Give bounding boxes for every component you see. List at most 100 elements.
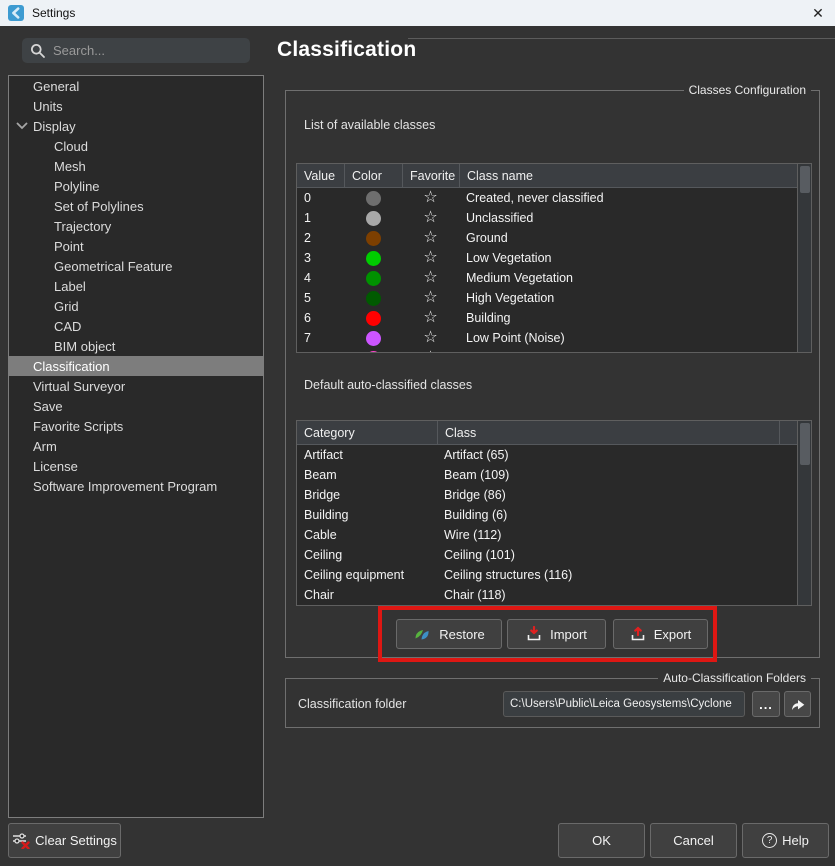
class-color-cell: [344, 248, 402, 268]
category-cell: Ceiling equipment: [297, 565, 437, 585]
open-folder-button[interactable]: [784, 691, 811, 717]
favorite-star-icon[interactable]: ☆: [423, 310, 437, 326]
table-row[interactable]: ArtifactArtifact (65): [297, 445, 811, 465]
color-swatch[interactable]: [366, 271, 381, 286]
export-button[interactable]: Export: [613, 619, 708, 649]
color-swatch[interactable]: [366, 231, 381, 246]
sidebar-item-label: Display: [33, 119, 76, 134]
help-button[interactable]: ? Help: [742, 823, 829, 858]
sidebar-item-geometrical-feature[interactable]: Geometrical Feature: [9, 256, 263, 276]
auto-table-body: ArtifactArtifact (65)BeamBeam (109)Bridg…: [297, 445, 811, 605]
favorite-star-icon[interactable]: ☆: [423, 210, 437, 226]
color-swatch[interactable]: [366, 191, 381, 206]
sidebar-item-units[interactable]: Units: [9, 96, 263, 116]
class-name-cell: Low Vegetation: [459, 248, 799, 268]
table-row[interactable]: 3☆Low Vegetation: [297, 248, 811, 268]
favorite-star-icon[interactable]: ☆: [423, 350, 437, 353]
favorite-star-icon[interactable]: ☆: [423, 270, 437, 286]
scrollbar-thumb[interactable]: [800, 423, 810, 465]
classification-folder-input[interactable]: C:\Users\Public\Leica Geosystems\Cyclone: [503, 691, 745, 717]
import-icon: [526, 626, 542, 642]
sidebar-item-cloud[interactable]: Cloud: [9, 136, 263, 156]
chevron-down-icon[interactable]: [16, 120, 28, 132]
color-swatch[interactable]: [366, 291, 381, 306]
sidebar-item-grid[interactable]: Grid: [9, 296, 263, 316]
help-label: Help: [782, 833, 809, 848]
sidebar-item-polyline[interactable]: Polyline: [9, 176, 263, 196]
class-name-cell: Building: [459, 308, 799, 328]
table-row[interactable]: CeilingCeiling (101): [297, 545, 811, 565]
class-cell: Ceiling (101): [437, 545, 799, 565]
color-swatch[interactable]: [366, 331, 381, 346]
search-box[interactable]: [22, 38, 250, 63]
import-button[interactable]: Import: [507, 619, 606, 649]
color-swatch[interactable]: [366, 211, 381, 226]
table-row[interactable]: 6☆Building: [297, 308, 811, 328]
sidebar-item-classification[interactable]: Classification: [9, 356, 263, 376]
class-name-cell: High Vegetation: [459, 288, 799, 308]
sidebar-item-license[interactable]: License: [9, 456, 263, 476]
class-value-cell: 4: [297, 268, 344, 288]
close-icon[interactable]: ✕: [805, 0, 831, 26]
favorite-star-icon[interactable]: ☆: [423, 190, 437, 206]
auto-classification-folders-group: Auto-Classification Folders Classificati…: [285, 678, 820, 728]
sidebar-item-display[interactable]: Display: [9, 116, 263, 136]
col-color: Color: [344, 164, 402, 187]
color-swatch[interactable]: [366, 351, 381, 354]
sidebar-item-bim-object[interactable]: BIM object: [9, 336, 263, 356]
table-row[interactable]: ChairChair (118): [297, 585, 811, 605]
sidebar-item-label: Virtual Surveyor: [33, 379, 125, 394]
favorite-star-icon[interactable]: ☆: [423, 230, 437, 246]
table-row[interactable]: 4☆Medium Vegetation: [297, 268, 811, 288]
table-row[interactable]: CableWire (112): [297, 525, 811, 545]
table-row[interactable]: 7☆Low Point (Noise): [297, 328, 811, 348]
table-row[interactable]: 5☆High Vegetation: [297, 288, 811, 308]
sidebar-item-arm[interactable]: Arm: [9, 436, 263, 456]
sidebar-item-label: Classification: [33, 359, 110, 374]
classes-table-scrollbar[interactable]: [797, 164, 811, 352]
favorite-star-icon[interactable]: ☆: [423, 330, 437, 346]
cancel-button[interactable]: Cancel: [650, 823, 737, 858]
favorite-star-icon[interactable]: ☆: [423, 250, 437, 266]
color-swatch[interactable]: [366, 251, 381, 266]
sidebar-item-favorite-scripts[interactable]: Favorite Scripts: [9, 416, 263, 436]
table-row[interactable]: BridgeBridge (86): [297, 485, 811, 505]
classification-folder-label: Classification folder: [298, 697, 406, 711]
auto-table-scrollbar[interactable]: [797, 421, 811, 605]
sidebar-item-trajectory[interactable]: Trajectory: [9, 216, 263, 236]
table-row[interactable]: BeamBeam (109): [297, 465, 811, 485]
help-icon: ?: [762, 833, 777, 848]
table-row[interactable]: 2☆Ground: [297, 228, 811, 248]
restore-button[interactable]: Restore: [396, 619, 502, 649]
ok-button[interactable]: OK: [558, 823, 645, 858]
table-row[interactable]: Ceiling equipmentCeiling structures (116…: [297, 565, 811, 585]
table-row[interactable]: 1☆Unclassified: [297, 208, 811, 228]
browse-button[interactable]: ...: [752, 691, 780, 717]
color-swatch[interactable]: [366, 311, 381, 326]
category-cell: Beam: [297, 465, 437, 485]
search-input[interactable]: [53, 43, 223, 58]
sidebar-item-point[interactable]: Point: [9, 236, 263, 256]
favorite-star-icon[interactable]: ☆: [423, 290, 437, 306]
class-favorite-cell: ☆: [402, 188, 459, 208]
sidebar-item-cad[interactable]: CAD: [9, 316, 263, 336]
col-class: Class: [437, 421, 779, 444]
table-row[interactable]: ☆: [297, 348, 811, 353]
sidebar-item-virtual-surveyor[interactable]: Virtual Surveyor: [9, 376, 263, 396]
sidebar-item-label: Favorite Scripts: [33, 419, 123, 434]
sidebar-item-general[interactable]: General: [9, 76, 263, 96]
table-row[interactable]: 0☆Created, never classified: [297, 188, 811, 208]
clear-settings-button[interactable]: Clear Settings: [8, 823, 121, 858]
sidebar-item-software-improvement-program[interactable]: Software Improvement Program: [9, 476, 263, 496]
class-name-cell: Created, never classified: [459, 188, 799, 208]
sidebar-item-set-of-polylines[interactable]: Set of Polylines: [9, 196, 263, 216]
class-favorite-cell: ☆: [402, 268, 459, 288]
table-row[interactable]: BuildingBuilding (6): [297, 505, 811, 525]
sidebar-item-mesh[interactable]: Mesh: [9, 156, 263, 176]
sidebar-item-label: License: [33, 459, 78, 474]
class-color-cell: [344, 288, 402, 308]
scrollbar-thumb[interactable]: [800, 166, 810, 193]
sidebar-item-save[interactable]: Save: [9, 396, 263, 416]
sidebar-item-label: Units: [33, 99, 63, 114]
sidebar-item-label[interactable]: Label: [9, 276, 263, 296]
